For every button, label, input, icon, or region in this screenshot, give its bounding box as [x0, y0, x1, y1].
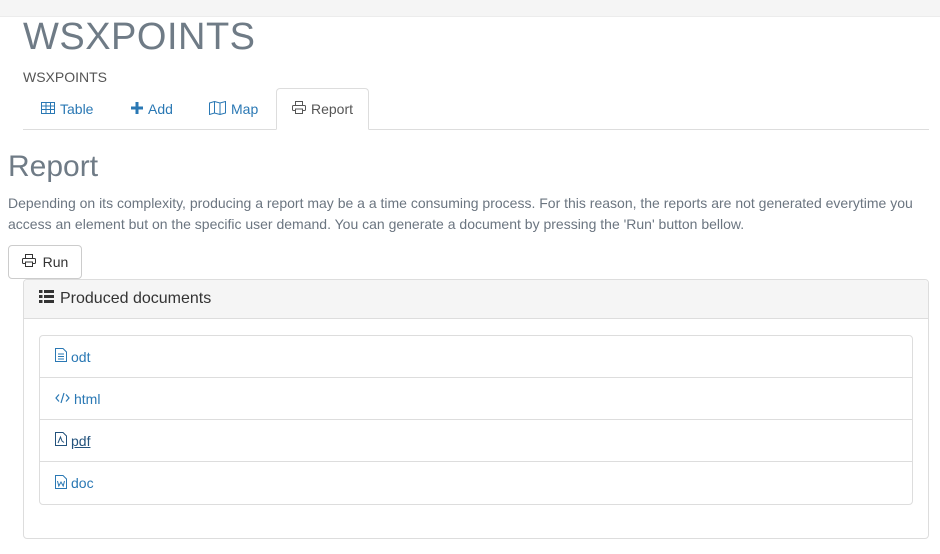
file-text-icon: [55, 348, 67, 365]
document-list: odt html pdf doc: [39, 335, 913, 505]
produced-documents-panel: Produced documents odt html pdf doc: [23, 279, 929, 539]
run-button-label: Run: [42, 254, 69, 270]
document-label: doc: [71, 475, 94, 491]
document-label: odt: [71, 348, 91, 365]
tab-table-label: Table: [60, 101, 94, 117]
code-icon: [55, 391, 70, 407]
print-icon: [21, 254, 36, 270]
run-button[interactable]: Run: [8, 245, 82, 279]
file-pdf-icon: [55, 432, 67, 449]
table-icon: [41, 101, 55, 117]
panel-heading: Produced documents: [24, 280, 928, 319]
report-description: Depending on its complexity, producing a…: [8, 195, 913, 232]
document-odt[interactable]: odt: [40, 336, 912, 378]
map-icon: [209, 100, 226, 118]
tab-add[interactable]: Add: [131, 88, 173, 130]
document-pdf[interactable]: pdf: [40, 420, 912, 462]
tab-report-label: Report: [311, 101, 354, 117]
document-html[interactable]: html: [40, 378, 912, 420]
page-subtitle: WSXPOINTS: [23, 69, 108, 85]
top-bar: [0, 0, 940, 17]
tab-bar: Table Add Map Report: [23, 88, 929, 130]
tab-report[interactable]: Report: [276, 88, 370, 130]
tab-map-label: Map: [231, 101, 259, 117]
panel-heading-label: Produced documents: [60, 290, 212, 307]
plus-icon: [131, 101, 143, 117]
document-label: html: [74, 390, 101, 407]
document-doc[interactable]: doc: [40, 462, 912, 504]
document-label: pdf: [71, 432, 91, 449]
page-title: WSXPOINTS: [23, 16, 256, 58]
print-icon: [292, 101, 306, 117]
section-title: Report: [8, 150, 99, 183]
file-word-icon: [55, 474, 67, 492]
tab-table[interactable]: Table: [41, 88, 93, 130]
tab-add-label: Add: [148, 101, 173, 117]
list-icon: [39, 290, 54, 308]
tab-map[interactable]: Map: [209, 88, 258, 130]
